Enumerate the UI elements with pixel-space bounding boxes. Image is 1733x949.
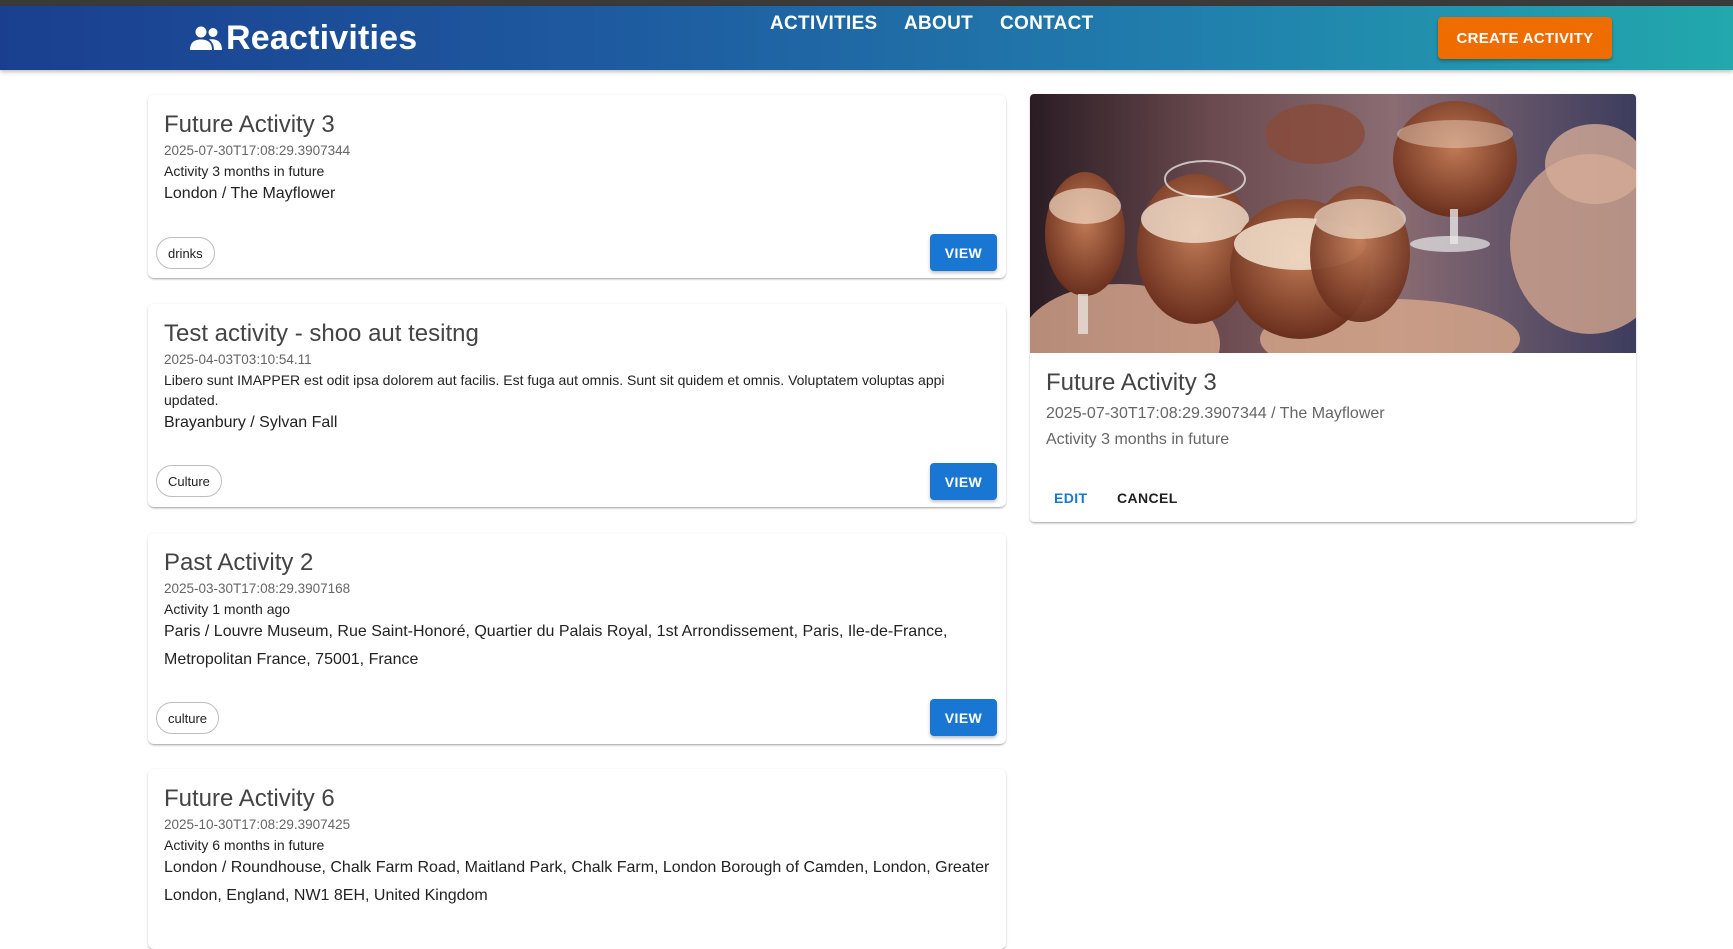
nav-about[interactable]: ABOUT bbox=[904, 13, 973, 35]
activity-description: Activity 6 months in future bbox=[164, 837, 325, 853]
activity-title: Past Activity 2 bbox=[164, 549, 314, 576]
app-bar: Reactivities ACTIVITIES ABOUT CONTACT CR… bbox=[0, 6, 1733, 70]
category-chip: Culture bbox=[156, 465, 222, 497]
activity-title: Test activity - shoo aut tesitng bbox=[164, 320, 479, 347]
nav-contact[interactable]: CONTACT bbox=[1000, 13, 1094, 35]
activity-category-image bbox=[1030, 94, 1636, 353]
activity-venue: Paris / Louvre Museum, Rue Saint-Honoré,… bbox=[164, 623, 948, 668]
activity-venue: London / Roundhouse, Chalk Farm Road, Ma… bbox=[164, 859, 990, 904]
brand-link[interactable]: Reactivities bbox=[188, 18, 417, 58]
activity-venue: Brayanbury / Sylvan Fall bbox=[164, 414, 338, 431]
activity-venue: London / The Mayflower bbox=[164, 185, 336, 202]
category-chip: culture bbox=[156, 702, 220, 734]
group-icon bbox=[190, 26, 222, 50]
activity-description: Activity 1 month ago bbox=[164, 601, 291, 617]
activity-card: Past Activity 2 2025-03-30T17:08:29.3907… bbox=[148, 533, 1006, 744]
activity-date: 2025-07-30T17:08:29.3907344 bbox=[164, 143, 351, 158]
nav-activities[interactable]: ACTIVITIES bbox=[770, 13, 878, 35]
brand-title: Reactivities bbox=[226, 18, 418, 57]
activity-date: 2025-10-30T17:08:29.3907425 bbox=[164, 817, 351, 832]
activity-date: 2025-03-30T17:08:29.3907168 bbox=[164, 581, 351, 596]
category-chip: drinks bbox=[156, 237, 215, 269]
activity-card: Test activity - shoo aut tesitng 2025-04… bbox=[148, 304, 1006, 507]
view-button[interactable]: VIEW bbox=[930, 463, 997, 500]
activity-date: 2025-04-03T03:10:54.11 bbox=[164, 352, 312, 367]
activity-title: Future Activity 6 bbox=[164, 785, 335, 812]
activity-description: Activity 3 months in future bbox=[164, 163, 325, 179]
activity-card: Future Activity 3 2025-07-30T17:08:29.39… bbox=[148, 95, 1006, 278]
create-activity-button[interactable]: CREATE ACTIVITY bbox=[1438, 17, 1612, 59]
view-button[interactable]: VIEW bbox=[930, 699, 997, 736]
detail-title: Future Activity 3 bbox=[1046, 369, 1217, 396]
cancel-button[interactable]: CANCEL bbox=[1109, 480, 1186, 516]
activity-title: Future Activity 3 bbox=[164, 111, 335, 138]
view-button[interactable]: VIEW bbox=[930, 234, 997, 271]
activity-detail-card: Future Activity 3 2025-07-30T17:08:29.39… bbox=[1030, 94, 1636, 522]
detail-date-venue: 2025-07-30T17:08:29.3907344 / The Mayflo… bbox=[1046, 405, 1385, 422]
edit-button[interactable]: EDIT bbox=[1046, 480, 1096, 516]
detail-description: Activity 3 months in future bbox=[1046, 431, 1230, 448]
activity-description: Libero sunt IMAPPER est odit ipsa dolore… bbox=[164, 372, 945, 408]
activity-card: Future Activity 6 2025-10-30T17:08:29.39… bbox=[148, 769, 1006, 949]
